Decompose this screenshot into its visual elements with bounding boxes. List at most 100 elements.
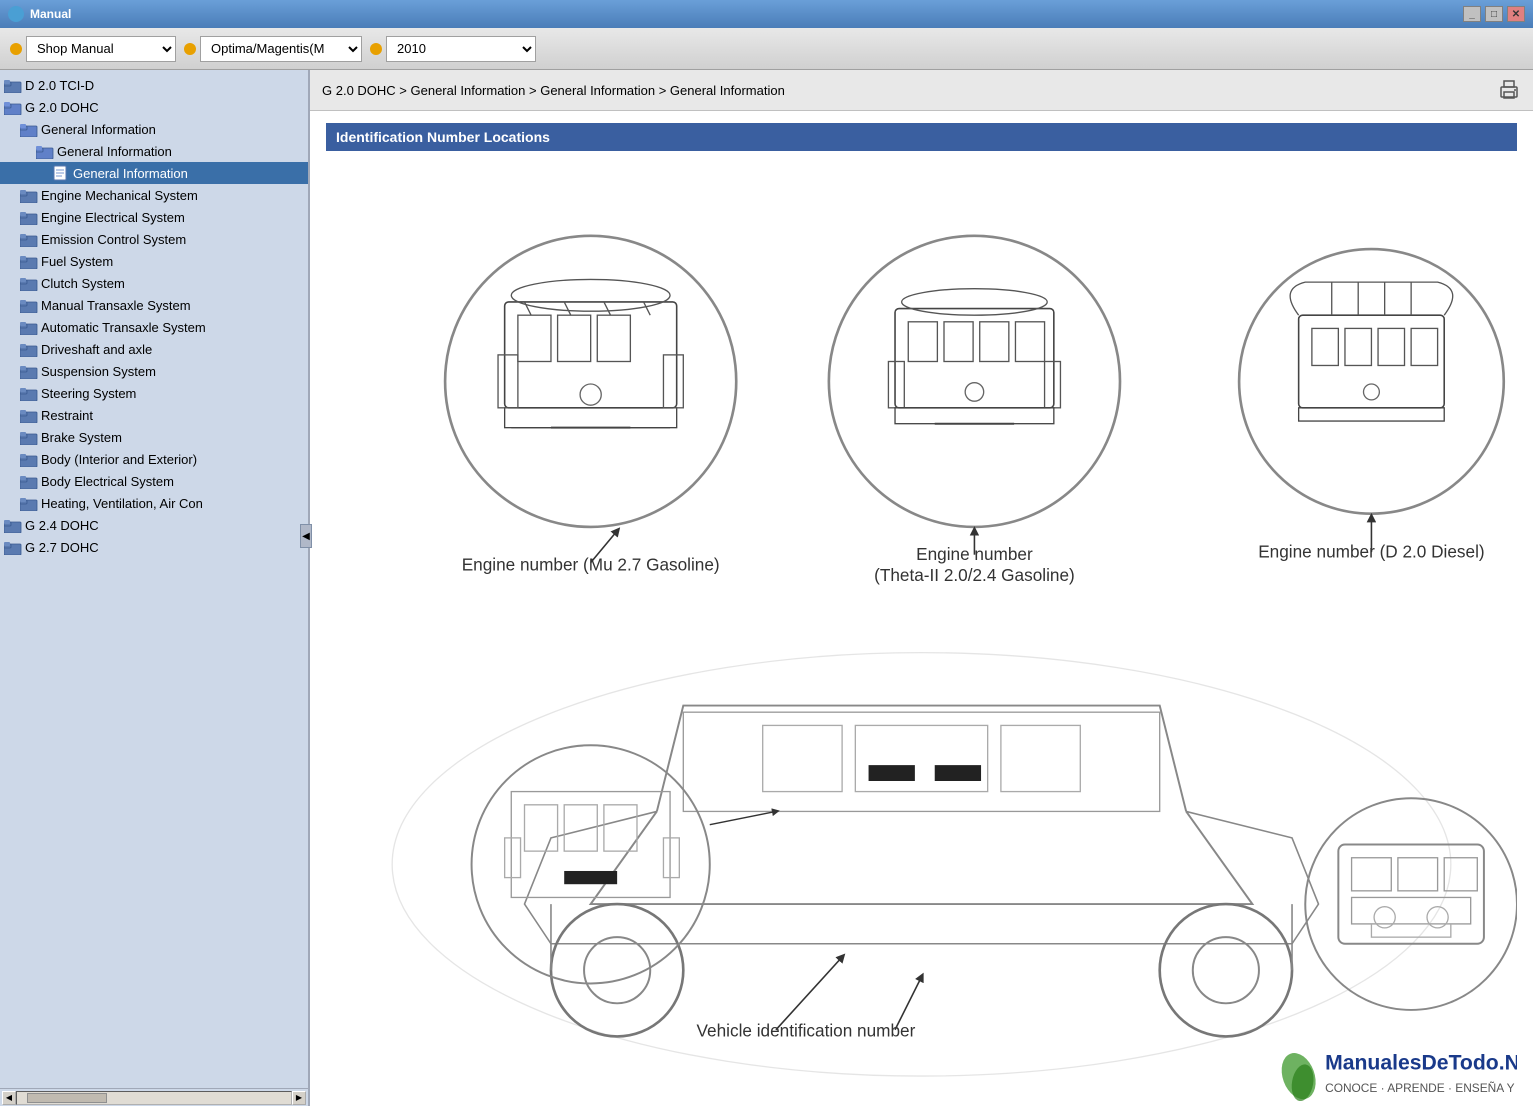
main-layout: D 2.0 TCI-D G 2.0 DOHC General Informati… [0, 70, 1533, 1106]
tree-item[interactable]: Fuel System [0, 250, 308, 272]
tree-label: General Information [57, 144, 172, 159]
folder-icon [36, 143, 54, 159]
model-selector[interactable]: Optima/Magentis(M [184, 36, 362, 62]
year-select[interactable]: 2010 [386, 36, 536, 62]
scroll-left-btn[interactable]: ◀ [2, 1091, 16, 1105]
tree-label: Suspension System [41, 364, 156, 379]
tree-item[interactable]: Engine Electrical System [0, 206, 308, 228]
tree-item[interactable]: D 2.0 TCI-D [0, 74, 308, 96]
folder-icon [20, 363, 38, 379]
tree-label: Engine Electrical System [41, 210, 185, 225]
tree-item[interactable]: G 2.4 DOHC [0, 514, 308, 536]
breadcrumb-bar: G 2.0 DOHC > General Information > Gener… [310, 70, 1533, 111]
manual-type-selector[interactable]: Shop Manual [10, 36, 176, 62]
scroll-right-btn[interactable]: ▶ [292, 1091, 306, 1105]
tree-label: G 2.7 DOHC [25, 540, 99, 555]
dot-icon [10, 43, 22, 55]
sidebar[interactable]: D 2.0 TCI-D G 2.0 DOHC General Informati… [0, 70, 310, 1088]
tree-label: General Information [73, 166, 188, 181]
identification-diagram: Engine number (Mu 2.7 Gasoline) Engine n… [326, 163, 1517, 1106]
tree-item[interactable]: General Information [0, 162, 308, 184]
svg-text:ManualesDeTodo.Net: ManualesDeTodo.Net [1325, 1051, 1517, 1074]
folder-icon [20, 319, 38, 335]
folder-icon [20, 451, 38, 467]
sidebar-collapse-arrow[interactable]: ◀ [300, 524, 312, 548]
tree-item[interactable]: Steering System [0, 382, 308, 404]
svg-text:CONOCE · APRENDE · ENSEÑA Y CO: CONOCE · APRENDE · ENSEÑA Y COMPARTE [1325, 1081, 1517, 1095]
tree-item[interactable]: Emission Control System [0, 228, 308, 250]
maximize-button[interactable]: □ [1485, 6, 1503, 22]
tree-label: Brake System [41, 430, 122, 445]
sidebar-wrapper: D 2.0 TCI-D G 2.0 DOHC General Informati… [0, 70, 310, 1106]
printer-icon [1498, 79, 1520, 101]
print-button[interactable] [1497, 78, 1521, 102]
tree-label: G 2.4 DOHC [25, 518, 99, 533]
folder-icon [20, 341, 38, 357]
diagram-container: Engine number (Mu 2.7 Gasoline) Engine n… [326, 163, 1517, 1106]
content-area: G 2.0 DOHC > General Information > Gener… [310, 70, 1533, 1106]
tree-label: Emission Control System [41, 232, 186, 247]
folder-icon [20, 121, 38, 137]
tree-item[interactable]: General Information [0, 140, 308, 162]
vin-label: Vehicle identification number [697, 1020, 916, 1040]
dot-icon [184, 43, 196, 55]
folder-icon [20, 253, 38, 269]
close-button[interactable]: ✕ [1507, 6, 1525, 22]
hscroll-thumb[interactable] [27, 1093, 107, 1103]
model-select[interactable]: Optima/Magentis(M [200, 36, 362, 62]
hscroll-track[interactable] [16, 1091, 292, 1105]
toolbar: Shop Manual Optima/Magentis(M 2010 [0, 28, 1533, 70]
folder-icon [20, 429, 38, 445]
breadcrumb: G 2.0 DOHC > General Information > Gener… [322, 83, 785, 98]
manual-type-select[interactable]: Shop Manual [26, 36, 176, 62]
folder-icon [20, 495, 38, 511]
minimize-button[interactable]: _ [1463, 6, 1481, 22]
tree-view: D 2.0 TCI-D G 2.0 DOHC General Informati… [0, 70, 308, 562]
tree-item[interactable]: Restraint [0, 404, 308, 426]
tree-label: Heating, Ventilation, Air Con [41, 496, 203, 511]
folder-icon [4, 517, 22, 533]
folder-icon [20, 209, 38, 225]
app-icon [8, 6, 24, 22]
folder-icon [20, 231, 38, 247]
tree-item[interactable]: Brake System [0, 426, 308, 448]
tree-item[interactable]: G 2.0 DOHC [0, 96, 308, 118]
folder-icon [20, 187, 38, 203]
folder-icon [4, 77, 22, 93]
tree-item[interactable]: Body (Interior and Exterior) [0, 448, 308, 470]
folder-icon [20, 473, 38, 489]
tree-item[interactable]: Manual Transaxle System [0, 294, 308, 316]
tree-item[interactable]: Heating, Ventilation, Air Con [0, 492, 308, 514]
tree-label: Clutch System [41, 276, 125, 291]
tree-label: General Information [41, 122, 156, 137]
tree-label: Engine Mechanical System [41, 188, 198, 203]
tree-label: Driveshaft and axle [41, 342, 152, 357]
tree-label: G 2.0 DOHC [25, 100, 99, 115]
tree-item[interactable]: Driveshaft and axle [0, 338, 308, 360]
tree-label: Steering System [41, 386, 136, 401]
year-selector[interactable]: 2010 [370, 36, 536, 62]
tree-item[interactable]: Clutch System [0, 272, 308, 294]
window-controls[interactable]: _ □ ✕ [1463, 6, 1525, 22]
folder-icon [20, 407, 38, 423]
section-title: Identification Number Locations [326, 123, 1517, 151]
folder-icon [20, 385, 38, 401]
tree-item[interactable]: Suspension System [0, 360, 308, 382]
folder-icon [20, 275, 38, 291]
sidebar-hscroll[interactable]: ◀ ▶ [0, 1088, 310, 1106]
tree-item[interactable]: Engine Mechanical System [0, 184, 308, 206]
tree-item[interactable]: General Information [0, 118, 308, 140]
tree-item[interactable]: Automatic Transaxle System [0, 316, 308, 338]
content-body[interactable]: Identification Number Locations [310, 111, 1533, 1106]
title-bar: Manual _ □ ✕ [0, 0, 1533, 28]
svg-text:(Theta-II 2.0/2.4 Gasoline): (Theta-II 2.0/2.4 Gasoline) [874, 565, 1075, 585]
tree-item[interactable]: G 2.7 DOHC [0, 536, 308, 558]
tree-label: D 2.0 TCI-D [25, 78, 94, 93]
tree-label: Body Electrical System [41, 474, 174, 489]
tree-item[interactable]: Body Electrical System [0, 470, 308, 492]
tree-label: Automatic Transaxle System [41, 320, 206, 335]
folder-icon [20, 297, 38, 313]
folder-icon [4, 99, 22, 115]
tree-label: Fuel System [41, 254, 113, 269]
dot-icon [370, 43, 382, 55]
